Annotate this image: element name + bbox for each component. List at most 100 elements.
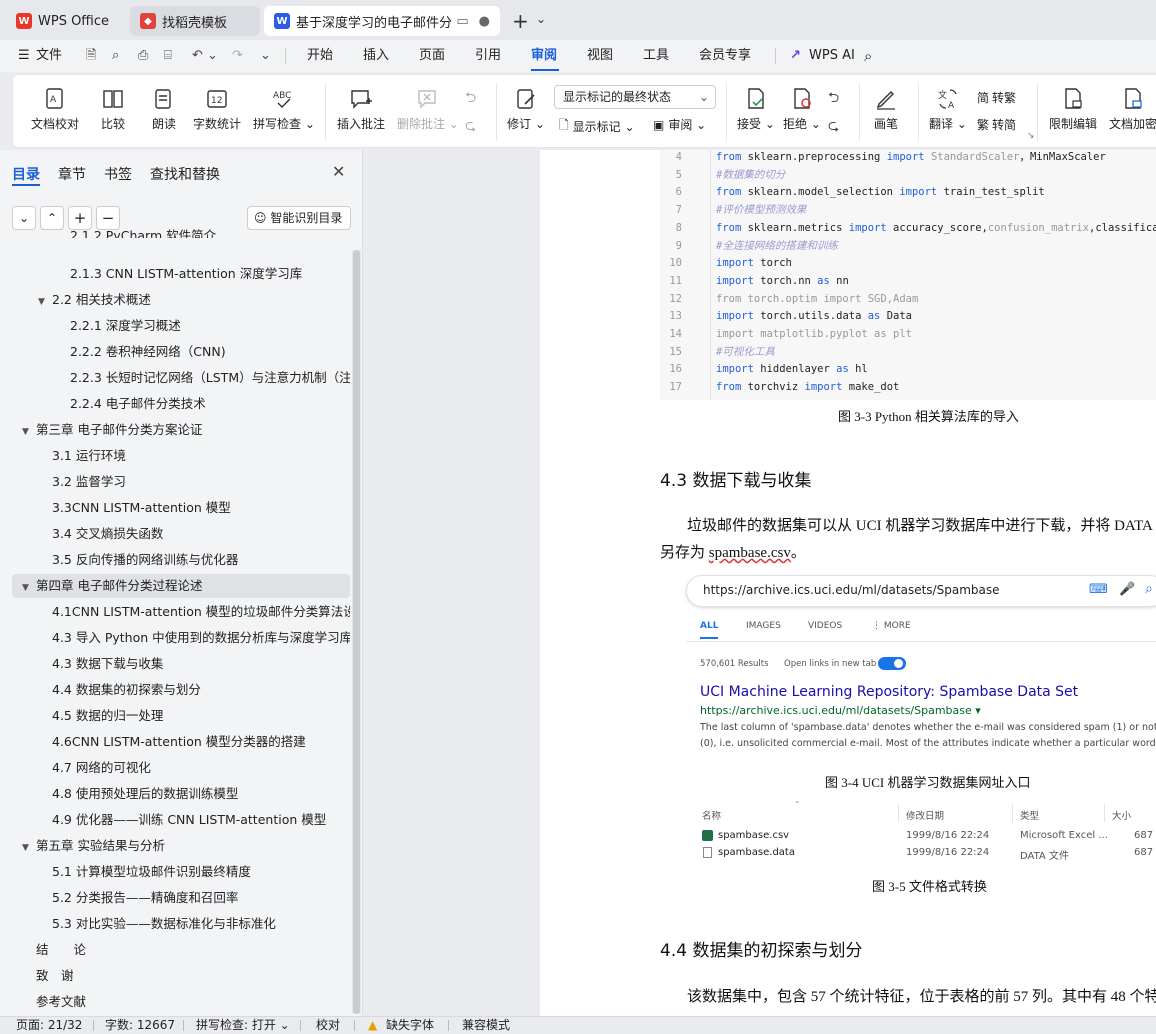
code-line: 4 from sklearn.preprocessing import Stand…	[660, 150, 1156, 167]
chevron-down-icon[interactable]: ⌄	[536, 12, 546, 26]
translate-button[interactable]: 文A 翻译 ⌄	[929, 87, 967, 132]
document-page[interactable]: 4 from sklearn.preprocessing import Stand…	[540, 150, 1156, 1016]
toc-item[interactable]: 2.2.1 深度学习概述	[12, 314, 350, 338]
menu-view[interactable]: 视图	[587, 40, 613, 72]
toc-item[interactable]: 参考文献	[12, 990, 350, 1014]
next-comment-icon[interactable]: ⮎	[465, 115, 476, 139]
toc-item[interactable]: ▼ 第五章 实验结果与分析	[12, 834, 350, 858]
read-aloud-button[interactable]: 朗读	[152, 87, 176, 132]
code-token: torch	[760, 257, 792, 270]
expand-triangle-icon[interactable]: ▼	[38, 290, 52, 312]
new-tab-icon[interactable]: +	[512, 9, 529, 33]
hamburger-icon[interactable]: ☰	[18, 40, 30, 72]
prev-comment-icon[interactable]: ⮌	[465, 87, 476, 111]
search-icon[interactable]: ⌕	[864, 40, 872, 72]
expand-triangle-icon[interactable]: ▼	[22, 836, 36, 858]
page-indicator[interactable]: 页面: 21/32	[16, 1017, 82, 1034]
expand-triangle-icon[interactable]: ▼	[22, 420, 36, 442]
scrollbar-track[interactable]	[352, 250, 361, 1014]
markup-display-select[interactable]: 显示标记的最终状态 ⌄	[554, 85, 716, 109]
accept-button[interactable]: 接受 ⌄	[737, 87, 775, 132]
menu-tools[interactable]: 工具	[643, 40, 669, 72]
toc-item[interactable]: 2.2.3 长短时记忆网络（LSTM）与注意力机制（注意力机制）	[12, 366, 350, 390]
toc-item[interactable]: ▼ 2.2 相关技术概述	[12, 288, 350, 312]
toc-item[interactable]: 致 谢	[12, 964, 350, 988]
menu-start[interactable]: 开始	[307, 40, 333, 72]
toc-item[interactable]: 3.2 监督学习	[12, 470, 350, 494]
toc-item[interactable]: 4.3 导入 Python 中使用到的数据分析库与深度学习库	[12, 626, 350, 650]
toc-item[interactable]: 2.2.4 电子邮件分类技术	[12, 392, 350, 416]
toc-item[interactable]: ▼ 第四章 电子邮件分类过程论述	[12, 574, 350, 598]
encrypt-button[interactable]: 文档加密	[1109, 87, 1156, 132]
toc-item-label: 4.9 优化器——训练 CNN LISTM-attention 模型	[52, 812, 327, 827]
dot-icon[interactable]: ●	[479, 14, 490, 29]
toc-item[interactable]: 4.8 使用预处理后的数据训练模型	[12, 782, 350, 806]
more-chevron-icon[interactable]: ⌄	[260, 40, 271, 72]
tab-toc[interactable]: 目录	[12, 164, 40, 184]
show-markup-button[interactable]: 🗋 显示标记 ⌄	[559, 116, 635, 137]
toc-item[interactable]: 4.3 数据下载与收集	[12, 652, 350, 676]
undo-icon[interactable]: ↶ ⌄	[192, 40, 218, 72]
toc-item[interactable]: ▼ 第三章 电子邮件分类方案论证	[12, 418, 350, 442]
tab-chapters[interactable]: 章节	[58, 164, 86, 184]
menu-page[interactable]: 页面	[419, 40, 445, 72]
toc-item[interactable]: 3.4 交叉熵损失函数	[12, 522, 350, 546]
close-icon[interactable]: ✕	[332, 162, 345, 181]
print-preview-icon[interactable]: ⌸	[164, 40, 172, 72]
save-icon[interactable]: 🗎	[86, 40, 96, 72]
scrollbar-thumb[interactable]	[353, 250, 360, 1014]
toc-item[interactable]: 4.5 数据的归一处理	[12, 704, 350, 728]
menu-file[interactable]: 文件	[36, 40, 62, 72]
toc-item[interactable]: 4.4 数据集的初探索与划分	[12, 678, 350, 702]
to-traditional-button[interactable]: 简转繁	[977, 89, 1016, 106]
to-simplified-button[interactable]: 繁转简	[977, 116, 1016, 133]
prev-change-icon[interactable]: ⮌	[828, 87, 839, 111]
expand-triangle-icon[interactable]: ▼	[22, 576, 36, 598]
menu-insert[interactable]: 插入	[363, 40, 389, 72]
toc-item[interactable]: 4.1CNN LISTM-attention 模型的垃圾邮件分类算法设计	[12, 600, 350, 624]
format-paint-icon[interactable]: ⌕	[112, 40, 119, 72]
word-count-button[interactable]: 12 字数统计	[193, 87, 241, 132]
wps-ai-icon[interactable]: ↗	[790, 40, 801, 72]
toc-item[interactable]: 结 论	[12, 938, 350, 962]
compare-button[interactable]: 比较	[101, 87, 125, 132]
toc-item[interactable]: 5.1 计算模型垃圾邮件识别最终精度	[12, 860, 350, 884]
toc-item[interactable]: 2.1.3 CNN LISTM-attention 深度学习库	[12, 262, 350, 286]
tab-document[interactable]: W 基于深度学习的电子邮件分类 ▭ ●	[264, 6, 500, 36]
tab-templates[interactable]: ◆ 找稻壳模板	[130, 6, 260, 36]
print-icon[interactable]: ⎙	[138, 40, 148, 72]
menu-reference[interactable]: 引用	[475, 40, 501, 72]
delete-comment-button[interactable]: 删除批注 ⌄	[397, 87, 459, 132]
menu-review[interactable]: 审阅	[531, 40, 557, 72]
proofread-status[interactable]: 校对	[316, 1017, 340, 1034]
reject-button[interactable]: 拒绝 ⌄	[783, 87, 821, 132]
toc-item[interactable]: 3.5 反向传播的网络训练与优化器	[12, 548, 350, 572]
redo-icon[interactable]: ↷	[232, 40, 243, 72]
toc-item[interactable]: 4.7 网络的可视化	[12, 756, 350, 780]
toc-item[interactable]: 4.9 优化器——训练 CNN LISTM-attention 模型	[12, 808, 350, 832]
insert-comment-button[interactable]: 插入批注	[337, 87, 385, 132]
toc-item[interactable]: 2.2.2 卷积神经网络（CNN)	[12, 340, 350, 364]
doc-check-button[interactable]: A 文档校对	[31, 87, 79, 132]
toc-item[interactable]: 3.1 运行环境	[12, 444, 350, 468]
tab-wps-office[interactable]: W WPS Office	[6, 6, 124, 36]
spell-check-status[interactable]: 拼写检查: 打开 ⌄	[196, 1017, 290, 1034]
tab-bookmarks[interactable]: 书签	[104, 164, 132, 184]
track-changes-button[interactable]: 修订 ⌄	[507, 87, 545, 132]
review-pane-button[interactable]: ▣ 审阅 ⌄	[653, 116, 706, 133]
pen-button[interactable]: 画笔	[874, 87, 898, 132]
toc-item[interactable]: 5.3 对比实验——数据标准化与非标准化	[12, 912, 350, 936]
toc-item[interactable]: 5.2 分类报告——精确度和召回率	[12, 886, 350, 910]
spell-check-button[interactable]: ABC 拼写检查 ⌄	[253, 87, 315, 132]
menu-wps-ai[interactable]: WPS AI	[809, 40, 855, 72]
toc-item[interactable]: 3.3CNN LISTM-attention 模型	[12, 496, 350, 520]
toc-item[interactable]: 4.6CNN LISTM-attention 模型分类器的搭建	[12, 730, 350, 754]
toc-item[interactable]: 2.1.2 PyCharm 软件简介	[12, 224, 350, 238]
restrict-edit-button[interactable]: 限制编辑	[1049, 87, 1097, 132]
next-change-icon[interactable]: ⮎	[828, 115, 839, 139]
tab-find-replace[interactable]: 查找和替换	[150, 164, 220, 184]
menu-member[interactable]: 会员专享	[699, 40, 751, 72]
expand-group-icon[interactable]: ↘	[1027, 131, 1035, 141]
word-count-indicator[interactable]: 字数: 12667	[105, 1017, 175, 1034]
missing-font-status[interactable]: 缺失字体	[386, 1017, 434, 1034]
